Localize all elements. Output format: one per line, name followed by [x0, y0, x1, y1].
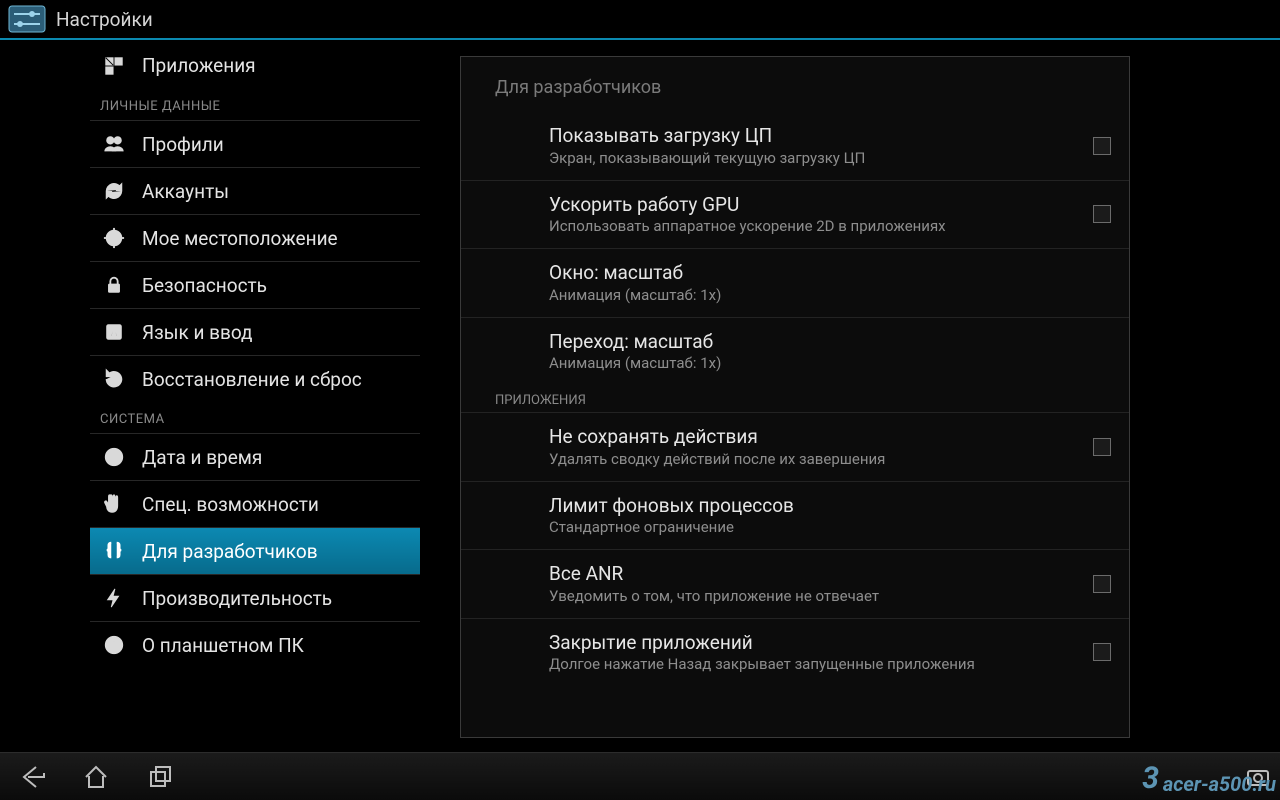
apps-icon: [100, 52, 128, 80]
nav-item-language[interactable]: A Язык и ввод: [90, 308, 420, 355]
clock-icon: [100, 443, 128, 471]
content-body: Приложения ЛИЧНЫЕ ДАННЫЕ Профили Аккаунты Мо…: [0, 42, 1280, 752]
setting-title: Показывать загрузку ЦП: [549, 124, 1081, 148]
action-bar-title: Настройки: [56, 8, 153, 31]
nav-item-label: Профили: [142, 133, 224, 156]
profiles-icon: [100, 130, 128, 158]
braces-icon: [100, 537, 128, 565]
setting-subtitle: Экран, показывающий текущую загрузку ЦП: [549, 149, 1081, 168]
nav-item-label: Язык и ввод: [142, 321, 253, 344]
setting-title: Лимит фоновых процессов: [549, 494, 1111, 518]
nav-item-label: Дата и время: [142, 446, 262, 469]
checkbox[interactable]: [1093, 643, 1111, 661]
setting-text: Закрытие приложенийДолгое нажатие Назад …: [549, 631, 1081, 675]
detail-panel: Для разработчиков Показывать загрузку ЦП…: [460, 56, 1130, 738]
watermark: 3 acer-a500.ru: [1142, 761, 1276, 796]
nav-item-reset[interactable]: Восстановление и сброс: [90, 355, 420, 402]
nav-item-label: Спец. возможности: [142, 493, 319, 516]
setting-text: Переход: масштабАнимация (масштаб: 1х): [549, 330, 1111, 374]
nav-item-label: Аккаунты: [142, 180, 229, 203]
setting-subtitle: Анимация (масштаб: 1х): [549, 286, 1111, 305]
nav-section-header: СИСТЕМА: [90, 402, 420, 433]
nav-item-bolt[interactable]: Производительность: [90, 574, 420, 621]
setting-row[interactable]: Закрытие приложенийДолгое нажатие Назад …: [461, 618, 1129, 687]
hand-icon: [100, 490, 128, 518]
language-icon: A: [100, 318, 128, 346]
lock-icon: [100, 271, 128, 299]
panel-section-header: ПРИЛОЖЕНИЯ: [461, 385, 1129, 412]
setting-row[interactable]: Все ANRУведомить о том, что приложение н…: [461, 549, 1129, 618]
svg-text:A: A: [110, 328, 118, 340]
setting-subtitle: Анимация (масштаб: 1х): [549, 354, 1111, 373]
setting-title: Ускорить работу GPU: [549, 193, 1081, 217]
recent-apps-button[interactable]: [128, 753, 192, 800]
nav-item-label: Для разработчиков: [142, 540, 318, 563]
setting-subtitle: Стандартное ограничение: [549, 518, 1111, 537]
nav-item-clock[interactable]: Дата и время: [90, 433, 420, 480]
setting-text: Ускорить работу GPUИспользовать аппаратн…: [549, 193, 1081, 237]
panel-scroller[interactable]: Показывать загрузку ЦПЭкран, показывающи…: [461, 112, 1129, 737]
setting-title: Не сохранять действия: [549, 425, 1081, 449]
nav-item-profiles[interactable]: Профили: [90, 120, 420, 167]
setting-row[interactable]: Окно: масштабАнимация (масштаб: 1х): [461, 248, 1129, 317]
watermark-text: acer-a500.ru: [1163, 772, 1276, 796]
checkbox[interactable]: [1093, 137, 1111, 155]
nav-item-label: Производительность: [142, 587, 332, 610]
nav-item-braces[interactable]: Для разработчиков: [90, 527, 420, 574]
setting-subtitle: Уведомить о том, что приложение не отвеч…: [549, 587, 1081, 606]
setting-text: Показывать загрузку ЦПЭкран, показывающи…: [549, 124, 1081, 168]
system-nav-bar: [0, 752, 1280, 800]
nav-item-location[interactable]: Мое местоположение: [90, 214, 420, 261]
setting-subtitle: Долгое нажатие Назад закрывает запущенны…: [549, 655, 1081, 674]
nav-section-header: ЛИЧНЫЕ ДАННЫЕ: [90, 89, 420, 120]
setting-title: Закрытие приложений: [549, 631, 1081, 655]
nav-item-label: Приложения: [142, 54, 256, 77]
panel-title: Для разработчиков: [461, 57, 1129, 112]
setting-title: Все ANR: [549, 562, 1081, 586]
setting-text: Все ANRУведомить о том, что приложение н…: [549, 562, 1081, 606]
home-button[interactable]: [64, 753, 128, 800]
nav-item-lock[interactable]: Безопасность: [90, 261, 420, 308]
setting-title: Переход: масштаб: [549, 330, 1111, 354]
sync-icon: [100, 177, 128, 205]
nav-item-label: О планшетном ПК: [142, 634, 304, 657]
setting-text: Не сохранять действияУдалять сводку дейс…: [549, 425, 1081, 469]
checkbox[interactable]: [1093, 438, 1111, 456]
reset-icon: [100, 365, 128, 393]
nav-item-label: Безопасность: [142, 274, 267, 297]
settings-nav: Приложения ЛИЧНЫЕ ДАННЫЕ Профили Аккаунты Мо…: [0, 42, 420, 752]
back-button[interactable]: [0, 753, 64, 800]
settings-app-icon: [8, 5, 46, 33]
nav-item-label: Восстановление и сброс: [142, 368, 362, 391]
setting-text: Окно: масштабАнимация (масштаб: 1х): [549, 261, 1111, 305]
location-icon: [100, 224, 128, 252]
watermark-digit: 3: [1142, 761, 1159, 796]
nav-item-info[interactable]: О планшетном ПК: [90, 621, 420, 668]
nav-item-apps[interactable]: Приложения: [90, 42, 420, 89]
checkbox[interactable]: [1093, 205, 1111, 223]
info-icon: [100, 631, 128, 659]
setting-row[interactable]: Показывать загрузку ЦПЭкран, показывающи…: [461, 112, 1129, 180]
setting-subtitle: Использовать аппаратное ускорение 2D в п…: [549, 217, 1081, 236]
nav-item-sync[interactable]: Аккаунты: [90, 167, 420, 214]
setting-subtitle: Удалять сводку действий после их заверше…: [549, 450, 1081, 469]
setting-text: Лимит фоновых процессовСтандартное огран…: [549, 494, 1111, 538]
checkbox[interactable]: [1093, 575, 1111, 593]
setting-row[interactable]: Ускорить работу GPUИспользовать аппаратн…: [461, 180, 1129, 249]
setting-row[interactable]: Лимит фоновых процессовСтандартное огран…: [461, 481, 1129, 550]
setting-row[interactable]: Не сохранять действияУдалять сводку дейс…: [461, 412, 1129, 481]
bolt-icon: [100, 584, 128, 612]
setting-row[interactable]: Переход: масштабАнимация (масштаб: 1х): [461, 317, 1129, 386]
nav-item-label: Мое местоположение: [142, 227, 338, 250]
setting-title: Окно: масштаб: [549, 261, 1111, 285]
nav-item-hand[interactable]: Спец. возможности: [90, 480, 420, 527]
action-bar: Настройки: [0, 0, 1280, 40]
